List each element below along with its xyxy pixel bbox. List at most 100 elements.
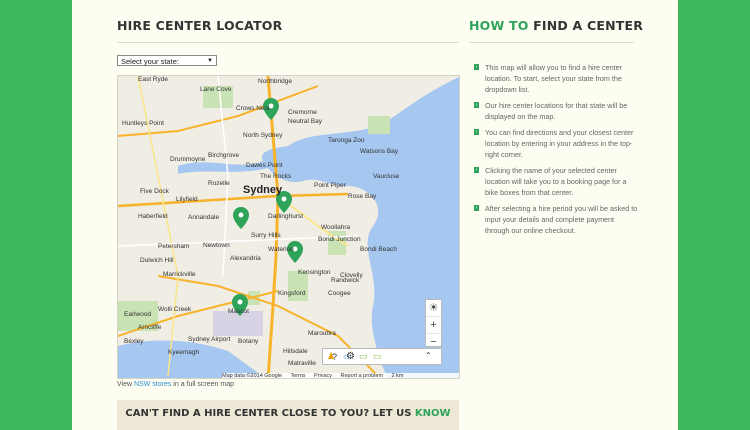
- step-text: After selecting a hire period you will b…: [485, 204, 638, 235]
- contact-banner[interactable]: CAN'T FIND A HIRE CENTER CLOSE TO YOU? L…: [117, 400, 459, 430]
- map-label: Point Piper: [314, 182, 346, 189]
- list-item: › This map will allow you to find a hire …: [470, 62, 640, 95]
- step-text: This map will allow you to find a hire c…: [485, 63, 623, 94]
- map-label: The Rocks: [260, 173, 292, 180]
- arrow-bullet-icon: ›: [474, 129, 479, 135]
- step-text: You can find directions and your closest…: [485, 128, 634, 159]
- banner-text: CAN'T FIND A HIRE CENTER CLOSE TO YOU? L…: [125, 408, 412, 419]
- map-label: Clovelly: [340, 272, 363, 279]
- map-label: Bondi Beach: [360, 246, 397, 253]
- map-label: Cremorne: [288, 109, 317, 116]
- map-label: Drummoyne: [170, 156, 206, 163]
- howto-title-green: HOW TO: [469, 18, 529, 33]
- arrow-bullet-icon: ›: [474, 205, 479, 211]
- map-scale: 2 km: [391, 373, 404, 379]
- map-label: Alexandria: [230, 255, 261, 262]
- map-label: Coogee: [328, 290, 351, 297]
- road-major: [118, 192, 349, 208]
- map-terms-link[interactable]: Terms: [290, 373, 305, 378]
- map-label: Mascot: [228, 308, 249, 315]
- map-toolbar: ♟ ▭ ▭ ▭ ⌃: [322, 348, 442, 365]
- map-label: Botany: [238, 338, 259, 345]
- note-suffix: in a full screen map: [173, 381, 234, 388]
- chevron-down-icon: ▼: [207, 58, 213, 64]
- map-label: Dulwich Hill: [140, 257, 174, 264]
- map-label: Crows Nest: [236, 105, 270, 112]
- map-label: Darlinghurst: [268, 213, 304, 220]
- map-copyright: Map data ©2014 Google: [222, 373, 283, 379]
- satellite-view-icon[interactable]: ▭: [359, 351, 368, 362]
- map-label: Marrickville: [163, 271, 196, 278]
- map-label: Surry Hills: [251, 232, 281, 239]
- arrow-bullet-icon: ›: [474, 102, 479, 108]
- howto-steps: › This map will allow you to find a hire …: [470, 62, 640, 241]
- gear-icon[interactable]: ⚙: [346, 351, 355, 362]
- map-label: Wolli Creek: [158, 306, 192, 313]
- map-marker-glebe[interactable]: [233, 207, 249, 229]
- map-label: Maroubra: [308, 330, 336, 337]
- map-privacy-link[interactable]: Privacy: [314, 373, 332, 378]
- map-label: Dawes Point: [246, 162, 283, 169]
- map-label: Bexley: [124, 338, 144, 345]
- map-label: Northbridge: [258, 78, 292, 85]
- map-report-link[interactable]: Report a problem: [341, 373, 384, 378]
- map-label: Taronga Zoo: [328, 137, 365, 144]
- map-label: Hillsdale: [283, 348, 308, 355]
- map-label: Five Dock: [140, 188, 169, 195]
- arrow-bullet-icon: ›: [474, 167, 479, 173]
- map-label: Annandale: [188, 214, 220, 221]
- map-label: Birchgrove: [208, 152, 240, 159]
- list-item: › Our hire center locations for that stat…: [470, 100, 640, 122]
- map-label: Huntleys Point: [122, 120, 164, 127]
- map-label: Lane Cove: [200, 86, 232, 93]
- map-label: Petersham: [158, 243, 190, 250]
- map-label: Matraville: [288, 360, 316, 367]
- divider-right: [469, 42, 634, 43]
- map-label: Woollahra: [321, 224, 351, 231]
- list-item: › After selecting a hire period you will …: [470, 203, 640, 236]
- map-city-label: Sydney: [243, 184, 283, 196]
- map-label: Arncliffe: [138, 324, 162, 331]
- map-zoom-controls: ☀ + −: [425, 299, 442, 351]
- howto-title-rest: FIND A CENTER: [533, 18, 644, 33]
- map-attribution: Map data ©2014 Google Terms Privacy Repo…: [222, 373, 459, 379]
- divider-left: [117, 42, 459, 43]
- help-icon[interactable]: ?: [332, 352, 337, 362]
- park: [368, 116, 390, 134]
- terrain-view-icon[interactable]: ▭: [373, 351, 382, 362]
- step-text: Our hire center locations for that state…: [485, 101, 628, 121]
- map-label: Vaucluse: [373, 173, 400, 180]
- zoom-in-button[interactable]: +: [426, 317, 441, 334]
- map-label: Kyeemagh: [168, 349, 200, 356]
- map-label: Newtown: [203, 242, 230, 249]
- nsw-stores-link[interactable]: NSW stores: [134, 381, 171, 388]
- map-label: Sydney Airport: [188, 336, 231, 343]
- map-locate-icon[interactable]: ☀: [426, 300, 441, 317]
- road-major: [266, 76, 280, 378]
- map-label: Watsons Bay: [360, 148, 399, 155]
- map-label: Haberfield: [138, 213, 168, 220]
- map-label: Kingsford: [278, 290, 306, 297]
- page-content: HIRE CENTER LOCATOR Select your state: ▼: [72, 0, 678, 430]
- map-label: Kensington: [298, 269, 331, 276]
- expand-icon[interactable]: ⌃: [425, 351, 432, 360]
- map-label: Lilyfield: [176, 196, 198, 203]
- fullscreen-map-note: View NSW stores in a full screen map: [117, 381, 234, 388]
- list-item: › You can find directions and your closes…: [470, 127, 640, 160]
- arrow-bullet-icon: ›: [474, 64, 479, 70]
- map-label: Rose Bay: [348, 193, 377, 200]
- map-label: East Ryde: [138, 76, 168, 83]
- step-text: Clicking the name of your selected cente…: [485, 166, 627, 197]
- map-label: Neutral Bay: [288, 118, 322, 125]
- store-map[interactable]: East Ryde Northbridge Lane Cove Crows Ne…: [117, 75, 460, 379]
- map-label: North Sydney: [243, 132, 283, 139]
- locator-title: HIRE CENTER LOCATOR: [117, 18, 283, 33]
- map-label: Bondi Junction: [318, 236, 361, 243]
- state-select-value: Select your state:: [121, 57, 179, 66]
- map-label: Rozelle: [208, 180, 230, 187]
- banner-know-link[interactable]: KNOW: [415, 408, 451, 419]
- map-label: Earlwood: [124, 311, 152, 318]
- list-item: › Clicking the name of your selected cent…: [470, 165, 640, 198]
- map-label: Waterloo: [268, 246, 294, 253]
- state-select[interactable]: Select your state: ▼: [117, 55, 217, 66]
